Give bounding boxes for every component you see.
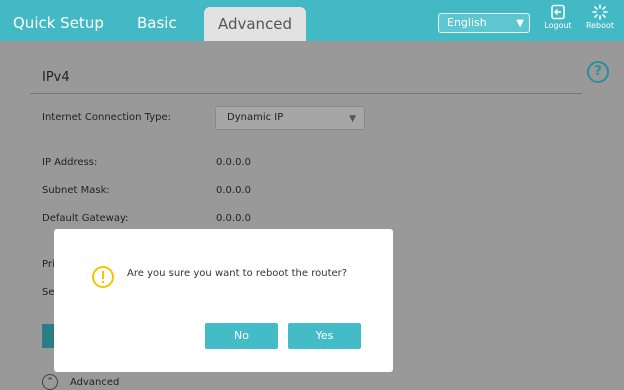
default-gateway-value: 0.0.0.0 (216, 213, 251, 224)
no-button[interactable]: No (205, 323, 278, 349)
language-value: English (447, 16, 487, 29)
tab-quick-setup[interactable]: Quick Setup (13, 0, 104, 41)
connection-type-label: Internet Connection Type: (42, 112, 171, 123)
chevron-down-icon: ▼ (349, 114, 356, 124)
reboot-confirm-dialog (54, 229, 393, 372)
section-divider (30, 93, 582, 94)
logout-label: Logout (544, 21, 572, 30)
logout-button[interactable]: Logout (538, 2, 578, 31)
reboot-icon (592, 4, 608, 20)
subnet-mask-value: 0.0.0.0 (216, 185, 251, 196)
warning-icon (92, 266, 114, 288)
language-select[interactable]: English ▼ (438, 13, 530, 33)
advanced-label: Advanced (70, 377, 120, 388)
secondary-dns-label-partial: Se (42, 287, 55, 298)
ip-address-value: 0.0.0.0 (216, 157, 251, 168)
chevron-down-icon: ▼ (516, 18, 524, 29)
expand-icon: ⌃ (42, 374, 58, 390)
connection-type-select[interactable]: Dynamic IP ▼ (215, 106, 365, 130)
reboot-button[interactable]: Reboot (580, 2, 620, 31)
dialog-message: Are you sure you want to reboot the rout… (127, 268, 348, 279)
yes-button[interactable]: Yes (288, 323, 361, 349)
help-icon[interactable]: ? (587, 61, 609, 83)
primary-dns-label-partial: Pri (42, 259, 55, 270)
section-title: IPv4 (42, 70, 70, 85)
reboot-label: Reboot (585, 21, 615, 30)
renew-button-partial[interactable] (42, 324, 54, 348)
top-navigation-bar: Quick Setup Basic Advanced English ▼ Log… (0, 0, 624, 41)
logout-icon (551, 4, 565, 20)
subnet-mask-label: Subnet Mask: (42, 185, 110, 196)
connection-type-value: Dynamic IP (227, 112, 284, 123)
ip-address-label: IP Address: (42, 157, 98, 168)
tab-advanced[interactable]: Advanced (204, 7, 306, 41)
advanced-toggle[interactable]: ⌃ Advanced (42, 374, 119, 390)
tab-basic[interactable]: Basic (137, 0, 177, 41)
default-gateway-label: Default Gateway: (42, 213, 129, 224)
